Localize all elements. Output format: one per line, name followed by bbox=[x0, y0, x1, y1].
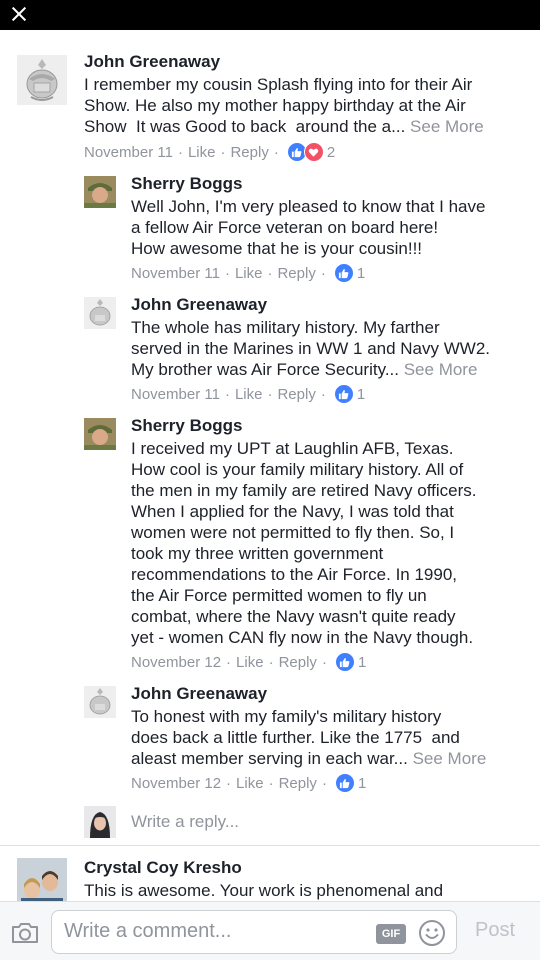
divider bbox=[0, 845, 540, 846]
air-force-badge-icon bbox=[17, 55, 67, 105]
comment-meta: November 11 · Like · Reply · 1 bbox=[131, 384, 366, 404]
comment-date[interactable]: November 11 bbox=[131, 386, 220, 403]
comment-line: the men in my family are retired Navy of… bbox=[131, 481, 477, 500]
comment-line: served in the Marines in WW 1 and Navy W… bbox=[131, 339, 491, 358]
like-reaction-icon bbox=[333, 263, 354, 283]
comment-line: does back a little further. Like the 177… bbox=[131, 728, 460, 747]
see-more-link[interactable]: See More bbox=[404, 360, 478, 379]
comment-author[interactable]: Crystal Coy Kresho bbox=[84, 858, 242, 878]
comment-composer: GIF Post bbox=[0, 901, 540, 960]
close-icon[interactable] bbox=[8, 3, 30, 25]
comment-line: The whole has military history. My farth… bbox=[131, 318, 440, 337]
comment-line: recommendations to the Air Force. In 199… bbox=[131, 565, 458, 584]
comment-meta: November 11 · Like · Reply · 2 bbox=[84, 142, 336, 162]
reaction-count: 2 bbox=[326, 143, 336, 161]
reaction-count: 1 bbox=[356, 264, 366, 282]
air-force-badge-icon bbox=[84, 297, 116, 329]
reactions[interactable]: 1 bbox=[334, 773, 367, 793]
like-reaction-icon bbox=[333, 384, 354, 404]
comment-line: Show. He also my mother happy birthday a… bbox=[84, 96, 466, 115]
reactions[interactable]: 1 bbox=[333, 384, 366, 404]
reply-link[interactable]: Reply bbox=[279, 654, 317, 671]
like-link[interactable]: Like bbox=[236, 654, 264, 671]
comment-line: This is awesome. Your work is phenomenal… bbox=[84, 881, 444, 900]
avatar[interactable] bbox=[84, 418, 116, 450]
current-user-avatar bbox=[84, 806, 116, 838]
like-reaction-icon bbox=[334, 773, 355, 793]
reactions[interactable]: 2 bbox=[286, 142, 336, 162]
like-link[interactable]: Like bbox=[235, 386, 263, 403]
reply-link[interactable]: Reply bbox=[277, 265, 315, 282]
reaction-count: 1 bbox=[356, 385, 366, 403]
comment-body: I received my UPT at Laughlin AFB, Texas… bbox=[131, 438, 476, 648]
comment-line: yet - women CAN fly now in the Navy thou… bbox=[131, 628, 474, 647]
comment-line: a fellow Air Force veteran on board here… bbox=[131, 218, 439, 237]
comment-author[interactable]: John Greenaway bbox=[131, 684, 267, 704]
like-link[interactable]: Like bbox=[235, 265, 263, 282]
comment-input-box[interactable]: GIF bbox=[51, 910, 457, 954]
profile-photo bbox=[84, 176, 116, 208]
comment-line: To honest with my family's military hist… bbox=[131, 707, 442, 726]
see-more-link[interactable]: See More bbox=[410, 117, 484, 136]
comment-line: My brother was Air Force Security... bbox=[131, 360, 404, 379]
comment-line: How awesome that he is your cousin!!! bbox=[131, 239, 423, 258]
avatar[interactable] bbox=[84, 686, 116, 718]
top-bar bbox=[0, 0, 540, 30]
reactions[interactable]: 1 bbox=[334, 652, 367, 672]
comment-date[interactable]: November 12 bbox=[131, 775, 221, 792]
comment-line: took my three written government bbox=[131, 544, 384, 563]
comment-author[interactable]: John Greenaway bbox=[84, 52, 220, 72]
reactions[interactable]: 1 bbox=[333, 263, 366, 283]
see-more-link[interactable]: See More bbox=[413, 749, 487, 768]
avatar[interactable] bbox=[84, 297, 116, 329]
comment-line: I received my UPT at Laughlin AFB, Texas… bbox=[131, 439, 454, 458]
comment-date[interactable]: November 11 bbox=[84, 144, 173, 161]
comment-line: the Air Force permitted women to fly un bbox=[131, 586, 427, 605]
love-reaction-icon bbox=[303, 142, 324, 162]
air-force-badge-icon bbox=[84, 686, 116, 718]
like-reaction-icon bbox=[334, 652, 355, 672]
comment-author[interactable]: John Greenaway bbox=[131, 295, 267, 315]
post-button[interactable]: Post bbox=[475, 919, 515, 942]
reaction-count: 1 bbox=[357, 774, 367, 792]
comment-author[interactable]: Sherry Boggs bbox=[131, 416, 242, 436]
comment-body: I remember my cousin Splash flying into … bbox=[84, 74, 484, 137]
profile-photo bbox=[84, 806, 116, 838]
comment-line: Well John, I'm very pleased to know that… bbox=[131, 197, 486, 216]
gif-button[interactable]: GIF bbox=[376, 924, 406, 944]
reply-link[interactable]: Reply bbox=[230, 144, 268, 161]
reaction-count: 1 bbox=[357, 653, 367, 671]
comment-line: I remember my cousin Splash flying into … bbox=[84, 75, 473, 94]
comment-body: Well John, I'm very pleased to know that… bbox=[131, 196, 485, 259]
comment-meta: November 11 · Like · Reply · 1 bbox=[131, 263, 366, 283]
comment-body: This is awesome. Your work is phenomenal… bbox=[84, 880, 443, 901]
comment-author[interactable]: Sherry Boggs bbox=[131, 174, 242, 194]
like-link[interactable]: Like bbox=[236, 775, 264, 792]
comment-line: aleast member serving in each war... bbox=[131, 749, 413, 768]
comment-line: How cool is your family military history… bbox=[131, 460, 464, 479]
emoji-icon[interactable] bbox=[418, 919, 446, 947]
profile-photo bbox=[84, 418, 116, 450]
like-link[interactable]: Like bbox=[188, 144, 216, 161]
avatar[interactable] bbox=[17, 55, 67, 105]
comment-date[interactable]: November 11 bbox=[131, 265, 220, 282]
reply-input[interactable]: Write a reply... bbox=[131, 812, 239, 832]
reply-link[interactable]: Reply bbox=[279, 775, 317, 792]
comment-line: When I applied for the Navy, I was told … bbox=[131, 502, 454, 521]
comment-line: combat, where the Navy wasn't quite read… bbox=[131, 607, 456, 626]
avatar[interactable] bbox=[84, 176, 116, 208]
comment-line: women were not permitted to fly then. So… bbox=[131, 523, 455, 542]
camera-icon[interactable] bbox=[11, 921, 39, 945]
reply-link[interactable]: Reply bbox=[277, 386, 315, 403]
comment-input[interactable] bbox=[64, 920, 364, 943]
comment-date[interactable]: November 12 bbox=[131, 654, 221, 671]
comment-body: The whole has military history. My farth… bbox=[131, 317, 490, 380]
comment-line: Show It was Good to back around the a... bbox=[84, 117, 411, 136]
comment-body: To honest with my family's military hist… bbox=[131, 706, 486, 769]
comment-meta: November 12 · Like · Reply · 1 bbox=[131, 652, 367, 672]
comment-meta: November 12 · Like · Reply · 1 bbox=[131, 773, 367, 793]
